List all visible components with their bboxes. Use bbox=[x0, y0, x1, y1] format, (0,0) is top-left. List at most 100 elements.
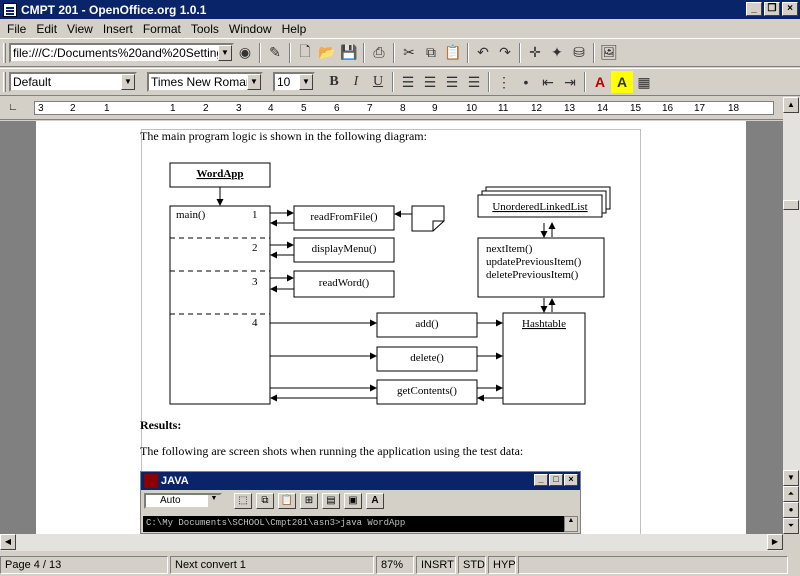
scroll-up-icon[interactable]: ▲ bbox=[783, 97, 799, 113]
menu-insert[interactable]: Insert bbox=[98, 22, 138, 36]
bold-button[interactable]: B bbox=[323, 71, 345, 93]
wordapp-label: WordApp bbox=[196, 168, 243, 180]
page-indicator[interactable]: Page 4 / 13 bbox=[0, 555, 168, 574]
align-right-icon[interactable]: ☰ bbox=[441, 71, 463, 93]
ruler-tick-label: 2 bbox=[203, 103, 209, 114]
scroll-left-icon[interactable]: ◀ bbox=[0, 534, 16, 550]
paragraph-style-combo[interactable]: Default ▼ bbox=[9, 72, 137, 92]
data-sources-icon[interactable]: ⛁ bbox=[568, 42, 590, 64]
align-center-icon[interactable]: ☰ bbox=[419, 71, 441, 93]
new-document-icon[interactable]: 🗋 bbox=[294, 42, 316, 64]
italic-button[interactable]: I bbox=[345, 71, 367, 93]
java-terminal-line: C:\My Documents\SCHOOL\Cmpt201\asn3>java… bbox=[143, 516, 565, 532]
decrease-indent-icon[interactable]: ⇤ bbox=[537, 71, 559, 93]
restore-button[interactable]: ❐ bbox=[764, 2, 780, 16]
zoom-indicator[interactable]: 87% bbox=[376, 555, 414, 574]
background-color-icon[interactable]: ▦ bbox=[633, 71, 655, 93]
horizontal-ruler[interactable]: ∟ 3 2 1 1 2 3 4 5 6 7 8 9 10 11 12 13 14 15 16 17 18 bbox=[0, 97, 800, 120]
close-button[interactable]: × bbox=[782, 2, 798, 16]
ruler-tick-label: 17 bbox=[694, 103, 706, 114]
insert-mode-indicator[interactable]: INSRT bbox=[416, 555, 456, 574]
horizontal-scrollbar[interactable]: ◀ ▶ bbox=[0, 534, 783, 551]
page-up-icon[interactable]: ⏶ bbox=[783, 486, 799, 502]
menu-tools[interactable]: Tools bbox=[186, 22, 224, 36]
main-box bbox=[169, 205, 271, 405]
stylist-icon[interactable]: ✦ bbox=[546, 42, 568, 64]
java-paste-icon: 📋 bbox=[278, 493, 296, 509]
url-combo[interactable]: file:///C:/Documents%20and%20Settings/ ▼ bbox=[9, 42, 234, 63]
font-size-value: 10 bbox=[277, 75, 291, 89]
menu-help[interactable]: Help bbox=[277, 22, 312, 36]
selection-mode-indicator[interactable]: STD bbox=[458, 555, 486, 574]
chevron-down-icon[interactable]: ▼ bbox=[299, 74, 313, 90]
ruler-tick-label: 3 bbox=[236, 103, 242, 114]
chevron-down-icon[interactable]: ▼ bbox=[247, 74, 261, 90]
java-minimize-icon: _ bbox=[534, 474, 548, 486]
copy-icon[interactable]: ⧉ bbox=[420, 42, 442, 64]
document-area[interactable]: The main program logic is shown in the f… bbox=[0, 121, 783, 534]
results-heading: Results: bbox=[140, 418, 182, 432]
readword-label: readWord() bbox=[319, 277, 370, 289]
chevron-down-icon: ▼ bbox=[208, 495, 220, 507]
justify-icon[interactable]: ☰ bbox=[463, 71, 485, 93]
open-folder-icon[interactable]: 📂 bbox=[316, 42, 338, 64]
navigator-icon[interactable]: ✛ bbox=[524, 42, 546, 64]
java-maximize-icon: □ bbox=[549, 474, 563, 486]
java-scroll-up-icon: ▲ bbox=[564, 516, 578, 532]
menu-file[interactable]: File bbox=[2, 22, 31, 36]
java-font-combo: Auto ▼ bbox=[144, 493, 222, 509]
updatepreviousitem-label: updatePreviousItem() bbox=[486, 256, 582, 268]
java-mark-icon: ⬚ bbox=[234, 493, 252, 509]
underline-button[interactable]: U bbox=[367, 71, 389, 93]
font-size-combo[interactable]: 10 ▼ bbox=[273, 72, 315, 92]
tab-stop-selector[interactable]: ∟ bbox=[6, 101, 20, 115]
font-name-combo[interactable]: Times New Roman ▼ bbox=[147, 72, 263, 92]
font-color-icon[interactable]: A bbox=[589, 71, 611, 93]
page-down-icon[interactable]: ⏷ bbox=[783, 518, 799, 534]
vertical-scrollbar[interactable]: ▲ ▼ ⏶ ● ⏷ bbox=[783, 97, 800, 534]
ruler-tick-label: 4 bbox=[268, 103, 274, 114]
displaymenu-label: displayMenu() bbox=[312, 243, 377, 255]
undo-icon[interactable]: ↶ bbox=[472, 42, 494, 64]
readfromfile-label: readFromFile() bbox=[310, 211, 378, 223]
bullets-icon[interactable]: • bbox=[515, 71, 537, 93]
print-icon[interactable]: ⎙ bbox=[368, 42, 390, 64]
chevron-down-icon[interactable]: ▼ bbox=[218, 44, 232, 61]
menu-edit[interactable]: Edit bbox=[31, 22, 62, 36]
java-window-screenshot: JAVA _ □ × Auto ▼ ⬚ ⧉ 📋 ⊞ ▤ ▣ A C:\My Doc… bbox=[140, 471, 581, 534]
java-close-icon: × bbox=[564, 474, 578, 486]
page-style-indicator[interactable]: Next convert 1 bbox=[170, 555, 374, 574]
stop-load-icon[interactable]: ◉ bbox=[234, 42, 256, 64]
navigation-icon[interactable]: ● bbox=[783, 502, 799, 518]
edit-file-icon[interactable]: ✎ bbox=[264, 42, 286, 64]
minimize-button[interactable]: _ bbox=[746, 2, 762, 16]
delete-label: delete() bbox=[410, 352, 444, 364]
scroll-right-icon[interactable]: ▶ bbox=[767, 534, 783, 550]
chevron-down-icon[interactable]: ▼ bbox=[121, 74, 135, 90]
scroll-thumb[interactable] bbox=[783, 200, 799, 210]
document-page[interactable]: The main program logic is shown in the f… bbox=[36, 121, 746, 534]
gallery-icon[interactable]: 🖼 bbox=[598, 42, 620, 64]
menu-window[interactable]: Window bbox=[224, 22, 277, 36]
cut-icon[interactable]: ✂ bbox=[398, 42, 420, 64]
hyperlink-mode-indicator[interactable]: HYP bbox=[488, 555, 516, 574]
highlight-icon[interactable]: A bbox=[611, 71, 633, 93]
paste-icon[interactable]: 📋 bbox=[442, 42, 464, 64]
java-window-title: JAVA bbox=[161, 475, 189, 487]
main-label: main() bbox=[176, 209, 206, 221]
getcontents-label: getContents() bbox=[397, 385, 457, 397]
ruler-tick-label: 9 bbox=[432, 103, 438, 114]
writer-app-icon bbox=[3, 2, 17, 17]
save-icon[interactable]: 💾 bbox=[338, 42, 360, 64]
numbering-icon[interactable]: ⋮ bbox=[493, 71, 515, 93]
scroll-down-icon[interactable]: ▼ bbox=[783, 470, 799, 486]
redo-icon[interactable]: ↷ bbox=[494, 42, 516, 64]
align-left-icon[interactable]: ☰ bbox=[397, 71, 419, 93]
hashtable-label: Hashtable bbox=[522, 318, 566, 330]
menu-format[interactable]: Format bbox=[138, 22, 186, 36]
menu-view[interactable]: View bbox=[62, 22, 98, 36]
linkedlist-label: UnorderedLinkedList bbox=[492, 201, 587, 213]
increase-indent-icon[interactable]: ⇥ bbox=[559, 71, 581, 93]
status-bar: Page 4 / 13 Next convert 1 87% INSRT STD… bbox=[0, 553, 800, 576]
font-name-value: Times New Roman bbox=[151, 75, 253, 89]
